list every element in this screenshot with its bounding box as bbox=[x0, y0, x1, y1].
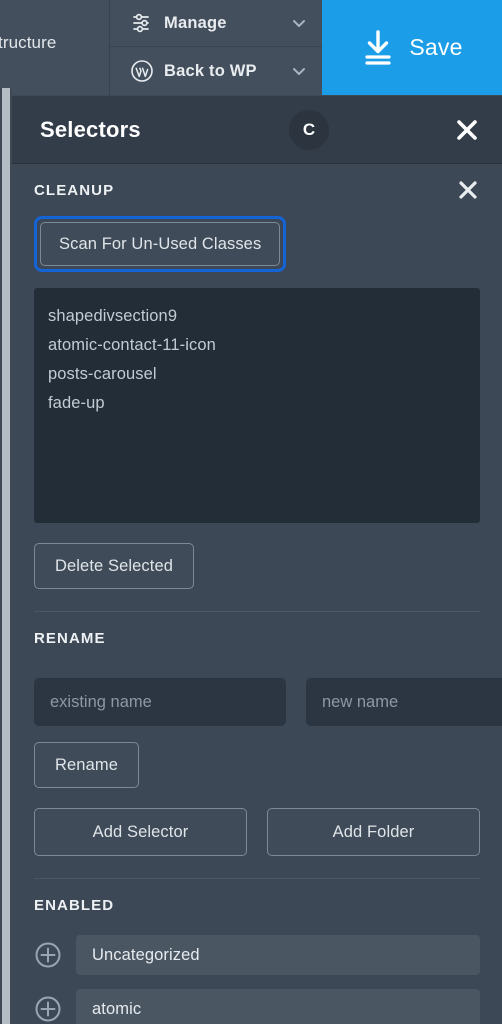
scan-button-focus-ring: Scan For Un-Used Classes bbox=[34, 216, 287, 272]
rename-section-title: RENAME bbox=[34, 629, 106, 647]
plus-circle-icon[interactable] bbox=[34, 995, 62, 1023]
toolbar-item-manage-label: Manage bbox=[164, 13, 227, 32]
list-item[interactable]: fade-up bbox=[48, 389, 466, 418]
rename-button[interactable]: Rename bbox=[34, 742, 139, 788]
rename-section-header: RENAME bbox=[34, 612, 480, 664]
enabled-section-header: ENABLED bbox=[34, 879, 480, 931]
panel-scrollbar-track[interactable] bbox=[0, 88, 12, 1024]
sliders-icon bbox=[130, 11, 154, 35]
chevron-down-icon[interactable] bbox=[291, 63, 307, 79]
wordpress-icon bbox=[130, 59, 154, 83]
selectors-class-badge[interactable]: C bbox=[289, 109, 329, 150]
list-item[interactable]: atomic-contact-11-icon bbox=[48, 331, 466, 360]
add-buttons-row: Add Selector Add Folder bbox=[34, 808, 480, 856]
unused-classes-list[interactable]: shapedivsection9 atomic-contact-11-icon … bbox=[34, 288, 480, 523]
toolbar-structure-item[interactable]: tructure bbox=[0, 0, 110, 95]
enabled-section: ENABLED Uncategorized atomic bbox=[12, 879, 502, 1024]
panel-scrollbar-thumb[interactable] bbox=[2, 88, 10, 1024]
delete-selected-button[interactable]: Delete Selected bbox=[34, 543, 194, 589]
toolbar-structure-label: tructure bbox=[0, 33, 57, 52]
list-item: atomic bbox=[34, 989, 480, 1024]
cleanup-section-title: CLEANUP bbox=[34, 181, 115, 199]
close-icon[interactable] bbox=[454, 117, 480, 143]
toolbar-item-manage[interactable]: Manage bbox=[110, 0, 322, 47]
cleanup-section-header: CLEANUP bbox=[34, 164, 480, 216]
new-name-input[interactable] bbox=[306, 678, 502, 726]
toolbar-menu-group: Manage Back to WP bbox=[110, 0, 322, 95]
selectors-panel-body: CLEANUP Scan For Un-Used Classes shapedi… bbox=[12, 164, 502, 1024]
folder-item-atomic[interactable]: atomic bbox=[76, 989, 480, 1024]
selectors-panel-header: Selectors C bbox=[12, 96, 502, 164]
enabled-section-title: ENABLED bbox=[34, 896, 115, 914]
rename-input-row bbox=[34, 678, 502, 726]
page-title: Selectors bbox=[40, 116, 141, 142]
list-item: Uncategorized bbox=[34, 935, 480, 975]
toolbar-item-back-to-wp-label: Back to WP bbox=[164, 61, 257, 80]
save-button-label: Save bbox=[409, 34, 463, 60]
enabled-folder-list: Uncategorized atomic bbox=[34, 935, 480, 1024]
app-root: tructure Manage Back to WP Save Selector… bbox=[0, 0, 502, 1024]
list-item[interactable]: shapedivsection9 bbox=[48, 302, 466, 331]
toolbar-item-back-to-wp[interactable]: Back to WP bbox=[110, 47, 322, 95]
save-download-icon bbox=[365, 29, 391, 65]
cleanup-section: CLEANUP Scan For Un-Used Classes shapedi… bbox=[12, 164, 502, 589]
close-icon[interactable] bbox=[456, 178, 480, 202]
plus-circle-icon[interactable] bbox=[34, 941, 62, 969]
chevron-down-icon[interactable] bbox=[291, 15, 307, 31]
existing-name-input[interactable] bbox=[34, 678, 286, 726]
folder-item-uncategorized[interactable]: Uncategorized bbox=[76, 935, 480, 975]
save-button[interactable]: Save bbox=[322, 0, 502, 95]
add-folder-button[interactable]: Add Folder bbox=[267, 808, 480, 856]
scan-unused-classes-button[interactable]: Scan For Un-Used Classes bbox=[40, 222, 281, 266]
add-selector-button[interactable]: Add Selector bbox=[34, 808, 247, 856]
list-item[interactable]: posts-carousel bbox=[48, 360, 466, 389]
rename-section: RENAME Rename Add Selector Add Folder bbox=[12, 612, 502, 856]
builder-toolbar: tructure Manage Back to WP Save bbox=[0, 0, 502, 95]
selectors-panel: Selectors C CLEANUP Scan For Un-Used Cla… bbox=[12, 96, 502, 1024]
